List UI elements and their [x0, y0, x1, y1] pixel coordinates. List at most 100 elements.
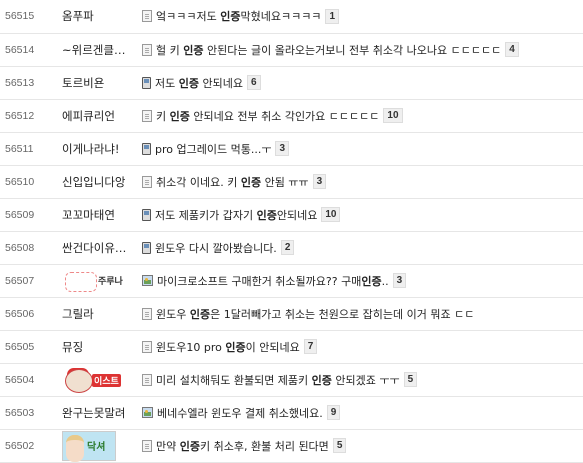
title-text: 윈도우 다시 깔아봤습니다. [155, 241, 277, 255]
author-name[interactable]: 꼬꼬마태연 [62, 207, 115, 223]
post-author[interactable]: 토르비욘 [60, 66, 142, 100]
post-subject[interactable]: 엌ㅋㅋㅋ저도 인증막혔네요ㅋㅋㅋㅋ 1 [142, 0, 583, 34]
post-title-link[interactable]: 헐 키 인증 안된다는 글이 올라오는거보니 전부 취소각 나오나요 ㄷㄷㄷㄷㄷ [156, 44, 501, 57]
post-title-link[interactable]: 엌ㅋㅋㅋ저도 인증막혔네요ㅋㅋㅋㅋ [156, 10, 321, 23]
post-subject[interactable]: pro 업그레이드 먹통...ㅜ 3 [142, 132, 583, 166]
title-text: 키 취소후, 환불 처리 된다면 [200, 439, 329, 453]
table-row[interactable]: 56513 토르비욘 저도 인증 안되네요 6 [0, 66, 583, 100]
post-title-link[interactable]: 윈도우10 pro 인증이 안되네요 [156, 341, 300, 354]
post-number: 56511 [0, 132, 60, 166]
comment-count-badge[interactable]: 2 [280, 240, 295, 255]
comment-count-badge[interactable]: 5 [403, 372, 418, 387]
table-row[interactable]: 56503 완구는못말려 베네수엘라 윈도우 결제 취소했네요. 9 [0, 396, 583, 430]
post-title-link[interactable]: pro 업그레이드 먹통...ㅜ [155, 143, 271, 156]
comment-count-badge[interactable]: 4 [505, 42, 519, 57]
author-name[interactable]: 신입입니다앙 [62, 174, 125, 190]
comment-count-badge[interactable]: 6 [246, 75, 261, 90]
comment-count-badge[interactable]: 3 [275, 141, 289, 156]
post-author[interactable]: 이스트 [60, 363, 142, 397]
author-name: 이스트 [92, 373, 121, 387]
author-avatar-image[interactable]: 이스트 [62, 367, 132, 393]
post-number: 56509 [0, 198, 60, 232]
post-subject[interactable]: 미리 설치해둬도 환불되면 제품키 인증 안되겠죠 ㅜㅜ 5 [142, 363, 583, 397]
table-row[interactable]: 56507 주루나 마이크로소프트 구매한거 취소될까요?? 구매인증.. 3 [0, 264, 583, 298]
comment-count-badge[interactable]: 10 [383, 108, 403, 123]
post-author[interactable]: 주루나 [60, 264, 142, 298]
author-name[interactable]: 에피큐리언 [62, 108, 115, 124]
author-name[interactable]: ~위르겐클… [62, 42, 125, 58]
post-title-link[interactable]: 저도 인증 안되네요 [155, 77, 243, 90]
post-title-link[interactable]: 윈도우 인증은 1달러빼가고 취소는 천원으로 잡히는데 이거 뭐죠 ㄷㄷ [156, 308, 474, 321]
post-title-link[interactable]: 취소각 이네요. 키 인증 안됨 ㅠㅠ [156, 176, 309, 189]
author-name[interactable]: 뮤징 [62, 339, 83, 355]
post-subject[interactable]: 키 인증 안되네요 전부 취소 각인가요 ㄷㄷㄷㄷㄷ 10 [142, 99, 583, 133]
comment-count-badge[interactable]: 9 [326, 405, 341, 420]
post-subject[interactable]: 저도 제품키가 갑자기 인증안되네요 10 [142, 198, 583, 232]
comment-count-badge[interactable]: 3 [392, 273, 407, 288]
table-row[interactable]: 56508 싼건다이유… 윈도우 다시 깔아봤습니다. 2 [0, 231, 583, 265]
table-row[interactable]: 56504 이스트 미리 설치해둬도 환불되면 제품키 인증 안되겠죠 ㅜㅜ 5 [0, 363, 583, 397]
search-keyword-highlight: 인증 [178, 76, 199, 90]
table-row[interactable]: 56502 닥셔 만약 인증키 취소후, 환불 처리 된다면 5 [0, 429, 583, 463]
post-author[interactable]: 닥셔 [60, 429, 142, 463]
comment-count-badge[interactable]: 3 [312, 174, 327, 189]
title-text: 안되겠죠 ㅜㅜ [331, 373, 400, 387]
title-text: 윈도우 [156, 307, 190, 321]
table-row[interactable]: 56505 뮤징 윈도우10 pro 인증이 안되네요 7 [0, 330, 583, 364]
post-subject[interactable]: 만약 인증키 취소후, 환불 처리 된다면 5 [142, 429, 583, 463]
post-subject[interactable]: 윈도우 인증은 1달러빼가고 취소는 천원으로 잡히는데 이거 뭐죠 ㄷㄷ [142, 297, 583, 331]
table-row[interactable]: 56509 꼬꼬마태연 저도 제품키가 갑자기 인증안되네요 10 [0, 198, 583, 232]
author-name[interactable]: 싼건다이유… [62, 240, 126, 256]
post-title-link[interactable]: 저도 제품키가 갑자기 인증안되네요 [155, 209, 317, 222]
author-avatar-image[interactable]: 주루나 [62, 269, 132, 293]
search-keyword-highlight: 인증 [220, 10, 241, 24]
post-author[interactable]: 신입입니다앙 [60, 165, 142, 199]
post-author[interactable]: ~위르겐클… [60, 33, 142, 67]
post-subject[interactable]: 윈도우 다시 깔아봤습니다. 2 [142, 231, 583, 265]
table-row[interactable]: 56514 ~위르겐클… 헐 키 인증 안된다는 글이 올라오는거보니 전부 취소각… [0, 33, 583, 67]
table-row[interactable]: 56510 신입입니다앙 취소각 이네요. 키 인증 안됨 ㅠㅠ 3 [0, 165, 583, 199]
table-row[interactable]: 56506 그릴라 윈도우 인증은 1달러빼가고 취소는 천원으로 잡히는데 이거 … [0, 297, 583, 331]
author-name[interactable]: 옴푸파 [62, 8, 94, 24]
post-title-link[interactable]: 미리 설치해둬도 환불되면 제품키 인증 안되겠죠 ㅜㅜ [156, 374, 400, 387]
post-subject[interactable]: 윈도우10 pro 인증이 안되네요 7 [142, 330, 583, 364]
author-name[interactable]: 이게나라냐! [62, 141, 120, 157]
post-subject[interactable]: 취소각 이네요. 키 인증 안됨 ㅠㅠ 3 [142, 165, 583, 199]
post-title-link[interactable]: 베네수엘라 윈도우 결제 취소했네요. [157, 407, 323, 420]
post-author[interactable]: 그릴라 [60, 297, 142, 331]
doc-icon [142, 307, 152, 320]
title-text: 키 [156, 109, 170, 123]
comment-count-badge[interactable]: 1 [325, 8, 339, 24]
post-author[interactable]: 옴푸파 [60, 0, 142, 34]
post-author[interactable]: 이게나라냐! [60, 132, 142, 166]
post-title-link[interactable]: 마이크로소프트 구매한거 취소될까요?? 구매인증.. [157, 275, 389, 288]
post-subject[interactable]: 저도 인증 안되네요 6 [142, 66, 583, 100]
post-author[interactable]: 뮤징 [60, 330, 142, 364]
post-subject[interactable]: 헐 키 인증 안된다는 글이 올라오는거보니 전부 취소각 나오나요 ㄷㄷㄷㄷㄷ… [142, 33, 583, 67]
comment-count-badge[interactable]: 5 [332, 438, 347, 453]
title-text: 마이크로소프트 구매한거 취소될까요?? 구매 [157, 274, 362, 288]
post-title-link[interactable]: 키 인증 안되네요 전부 취소 각인가요 ㄷㄷㄷㄷㄷ [156, 110, 379, 123]
title-text: 안된다는 글이 올라오는거보니 전부 취소각 나오나요 ㄷㄷㄷㄷㄷ [203, 43, 502, 57]
search-keyword-highlight: 인증 [189, 307, 211, 321]
post-author[interactable]: 완구는못말려 [60, 396, 142, 430]
author-name[interactable]: 완구는못말려 [62, 405, 125, 421]
post-author[interactable]: 꼬꼬마태연 [60, 198, 142, 232]
post-title-link[interactable]: 윈도우 다시 깔아봤습니다. [155, 242, 277, 255]
post-number: 56507 [0, 264, 60, 298]
post-subject[interactable]: 마이크로소프트 구매한거 취소될까요?? 구매인증.. 3 [142, 264, 583, 298]
post-number: 56510 [0, 165, 60, 199]
table-row[interactable]: 56512 에피큐리언 키 인증 안되네요 전부 취소 각인가요 ㄷㄷㄷㄷㄷ 10 [0, 99, 583, 133]
post-title-link[interactable]: 만약 인증키 취소후, 환불 처리 된다면 [156, 440, 329, 453]
doc-icon [142, 340, 152, 353]
post-author[interactable]: 싼건다이유… [60, 231, 142, 265]
comment-count-badge[interactable]: 10 [321, 207, 341, 222]
post-author[interactable]: 에피큐리언 [60, 99, 142, 133]
author-name[interactable]: 그릴라 [62, 306, 94, 322]
table-row[interactable]: 56515 옴푸파 엌ㅋㅋㅋ저도 인증막혔네요ㅋㅋㅋㅋ 1 [0, 0, 583, 34]
post-subject[interactable]: 베네수엘라 윈도우 결제 취소했네요. 9 [142, 396, 583, 430]
table-row[interactable]: 56511 이게나라냐! pro 업그레이드 먹통...ㅜ 3 [0, 132, 583, 166]
comment-count-badge[interactable]: 7 [303, 339, 318, 354]
author-name[interactable]: 토르비욘 [62, 75, 104, 91]
author-avatar-image[interactable]: 닥셔 [62, 430, 116, 461]
